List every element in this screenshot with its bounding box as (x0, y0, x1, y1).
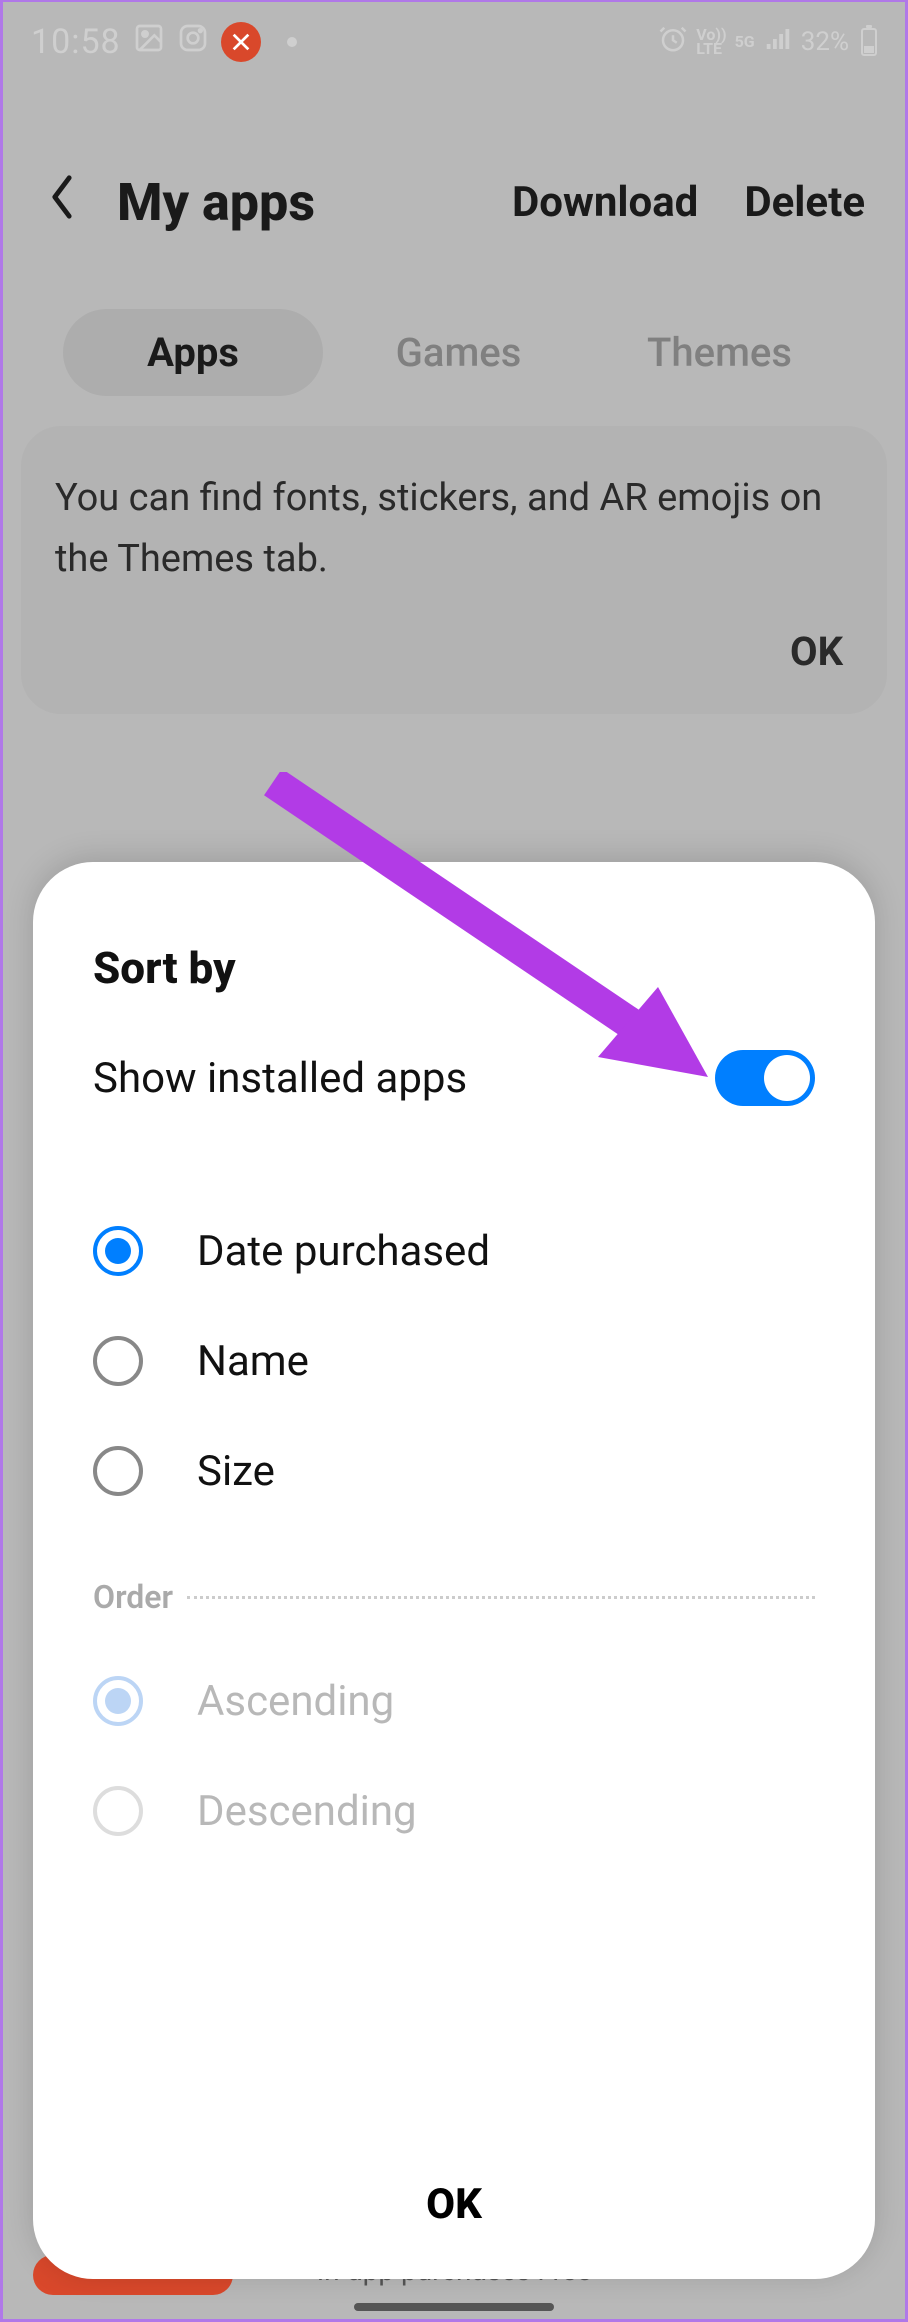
alarm-icon (658, 24, 688, 61)
tab-bar: Apps Games Themes (3, 273, 905, 426)
order-section-divider: Order (93, 1578, 815, 1616)
dnd-icon (221, 22, 261, 62)
toggle-knob-icon (764, 1055, 810, 1101)
order-option-descending[interactable]: Descending (93, 1756, 815, 1866)
app-header: My apps Download Delete (3, 82, 905, 273)
tab-themes[interactable]: Themes (594, 309, 845, 396)
radio-icon (93, 1336, 143, 1386)
navigation-handle[interactable] (354, 2303, 554, 2311)
volte-icon: Vo)) LTE (696, 28, 726, 57)
page-title: My apps (117, 172, 315, 233)
download-button[interactable]: Download (512, 178, 698, 227)
dialog-title: Sort by (93, 942, 815, 994)
sort-option-name[interactable]: Name (93, 1306, 815, 1416)
clock: 10:58 (31, 22, 121, 62)
info-text: You can find fonts, stickers, and AR emo… (55, 468, 853, 590)
radio-icon (93, 1676, 143, 1726)
sort-option-size-label: Size (197, 1447, 275, 1496)
tab-apps[interactable]: Apps (63, 309, 323, 396)
dialog-ok-button[interactable]: OK (93, 2120, 815, 2279)
sort-option-date-label: Date purchased (197, 1227, 490, 1276)
status-left: 10:58 (31, 22, 297, 62)
more-indicator-icon (287, 37, 297, 47)
network-5g-icon: 5G (735, 35, 755, 49)
info-banner: You can find fonts, stickers, and AR emo… (21, 426, 887, 714)
sort-option-date[interactable]: Date purchased (93, 1196, 815, 1306)
sort-option-size[interactable]: Size (93, 1416, 815, 1526)
back-icon[interactable] (43, 173, 81, 232)
status-right: Vo)) LTE 5G 32% (658, 24, 877, 61)
signal-icon (763, 24, 793, 61)
sort-dialog: Sort by Show installed apps Date purchas… (33, 862, 875, 2279)
gallery-icon (133, 22, 165, 62)
show-installed-row: Show installed apps (93, 1050, 815, 1106)
show-installed-label: Show installed apps (93, 1054, 467, 1103)
battery-percent: 32% (801, 27, 849, 57)
info-ok-button[interactable]: OK (55, 620, 853, 684)
tab-games[interactable]: Games (333, 309, 584, 396)
delete-button[interactable]: Delete (744, 178, 865, 227)
battery-icon (861, 28, 877, 56)
radio-icon (93, 1226, 143, 1276)
show-installed-toggle[interactable] (715, 1050, 815, 1106)
order-option-descending-label: Descending (197, 1787, 417, 1836)
radio-icon (93, 1446, 143, 1496)
status-bar: 10:58 Vo)) LTE 5G 32% (3, 2, 905, 82)
order-section-label: Order (93, 1578, 173, 1616)
order-option-ascending[interactable]: Ascending (93, 1646, 815, 1756)
sort-option-name-label: Name (197, 1337, 309, 1386)
instagram-icon (177, 22, 209, 62)
order-option-ascending-label: Ascending (197, 1677, 394, 1726)
radio-icon (93, 1786, 143, 1836)
divider-line-icon (187, 1596, 815, 1599)
